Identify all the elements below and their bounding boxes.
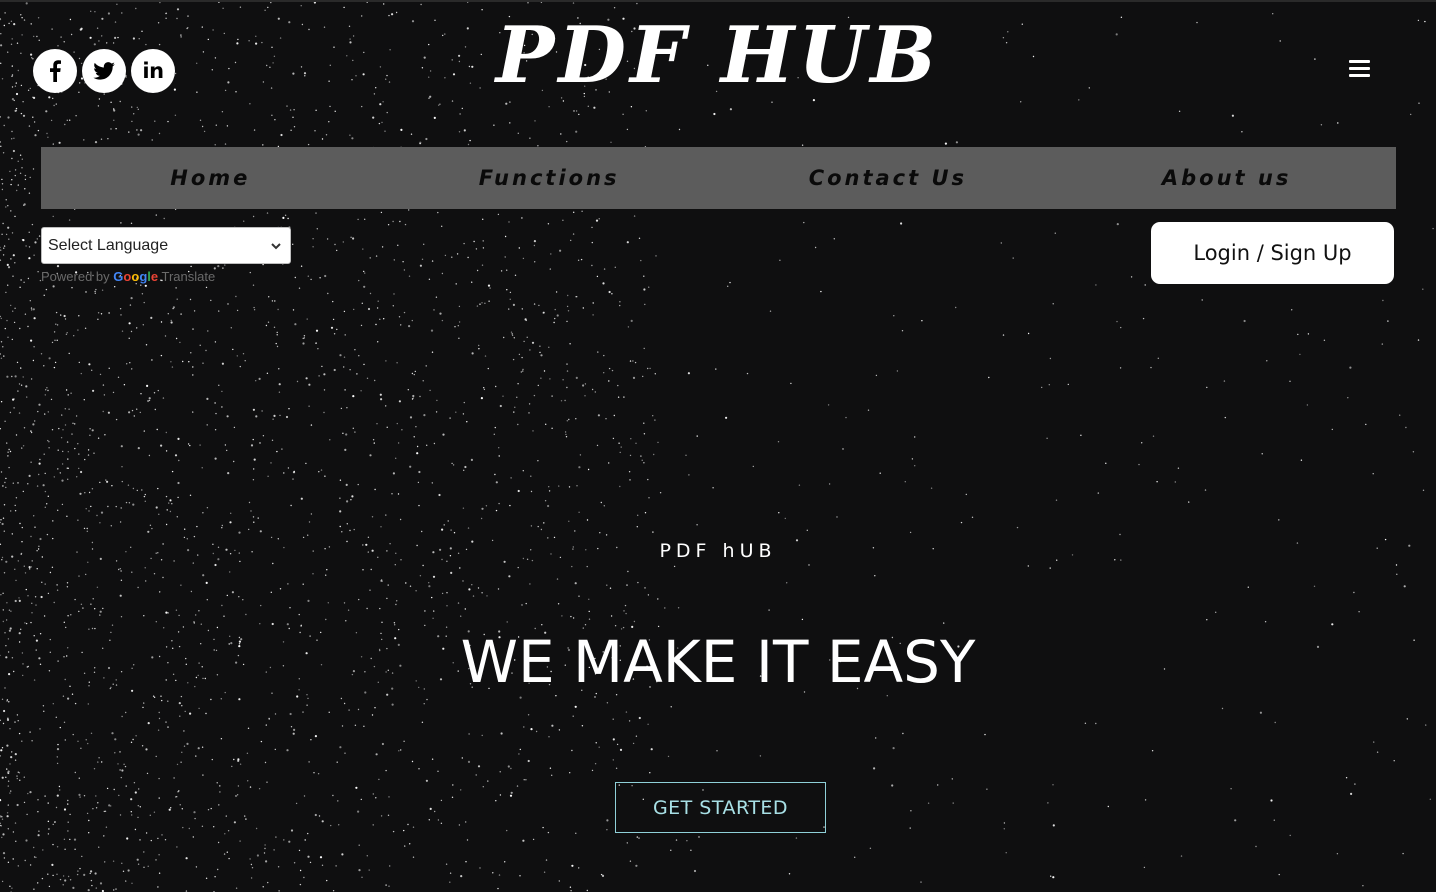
nav-functions[interactable]: Functions [380, 147, 719, 209]
powered-by-google-translate: Powered by Google Translate [41, 269, 215, 284]
site-logo[interactable]: PDF HUB [0, 6, 1436, 106]
translate-link[interactable]: Translate [162, 269, 216, 284]
hero-headline: WE MAKE IT EASY [460, 628, 976, 696]
language-select[interactable]: Select Language [41, 227, 291, 264]
hero-subtitle: PDF hUB [659, 540, 777, 562]
powered-by-label: Powered by [41, 269, 110, 284]
nav-contact-us[interactable]: Contact Us [719, 147, 1058, 209]
get-started-button[interactable]: GET STARTED [615, 782, 826, 833]
login-signup-button[interactable]: Login / Sign Up [1151, 222, 1394, 284]
google-logo-text[interactable]: Google [113, 269, 158, 284]
chevron-down-icon [270, 239, 282, 257]
menu-icon[interactable] [1349, 60, 1370, 79]
nav-home[interactable]: Home [41, 147, 380, 209]
language-select-value: Select Language [48, 236, 169, 254]
page: in PDF HUB Home Functions Contact Us Abo… [0, 0, 1436, 892]
main-nav: Home Functions Contact Us About us [41, 147, 1396, 209]
nav-about-us[interactable]: About us [1057, 147, 1396, 209]
starfield-background [0, 2, 1434, 892]
